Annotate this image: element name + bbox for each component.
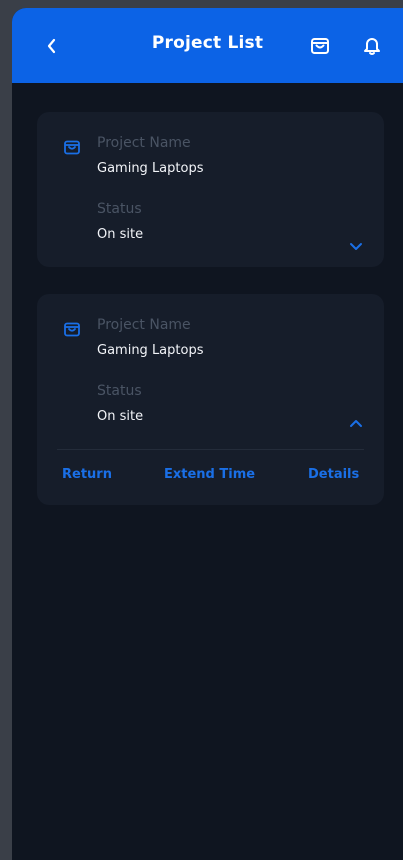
project-name-value: Gaming Laptops — [97, 161, 204, 176]
status-value: On site — [97, 409, 144, 424]
extend-time-button[interactable]: Extend Time — [164, 467, 255, 482]
page-title: Project List — [151, 33, 264, 53]
shopping-bag-icon — [311, 38, 329, 54]
details-button[interactable]: Details — [308, 467, 359, 482]
return-button[interactable]: Return — [62, 467, 112, 482]
status-label: Status — [97, 201, 142, 217]
chevron-down-icon[interactable] — [347, 239, 365, 253]
app-bar: Project List — [12, 8, 403, 83]
chevron-up-icon[interactable] — [347, 417, 365, 431]
project-card[interactable]: Project Name Gaming Laptops Status On si… — [37, 112, 384, 267]
shopping-bag-icon — [64, 140, 80, 155]
project-name-value: Gaming Laptops — [97, 343, 204, 358]
status-label: Status — [97, 383, 142, 399]
shopping-bag-icon — [64, 322, 80, 337]
notifications-button[interactable] — [359, 32, 385, 58]
divider — [57, 449, 364, 450]
project-name-label: Project Name — [97, 317, 191, 333]
shopping-bag-button[interactable] — [307, 32, 333, 58]
bell-icon — [364, 38, 380, 55]
status-value: On site — [97, 227, 144, 242]
project-name-label: Project Name — [97, 135, 191, 151]
app-screen: Project List Project Name Gaming Laptops… — [12, 8, 403, 860]
project-card[interactable]: Project Name Gaming Laptops Status On si… — [37, 294, 384, 505]
